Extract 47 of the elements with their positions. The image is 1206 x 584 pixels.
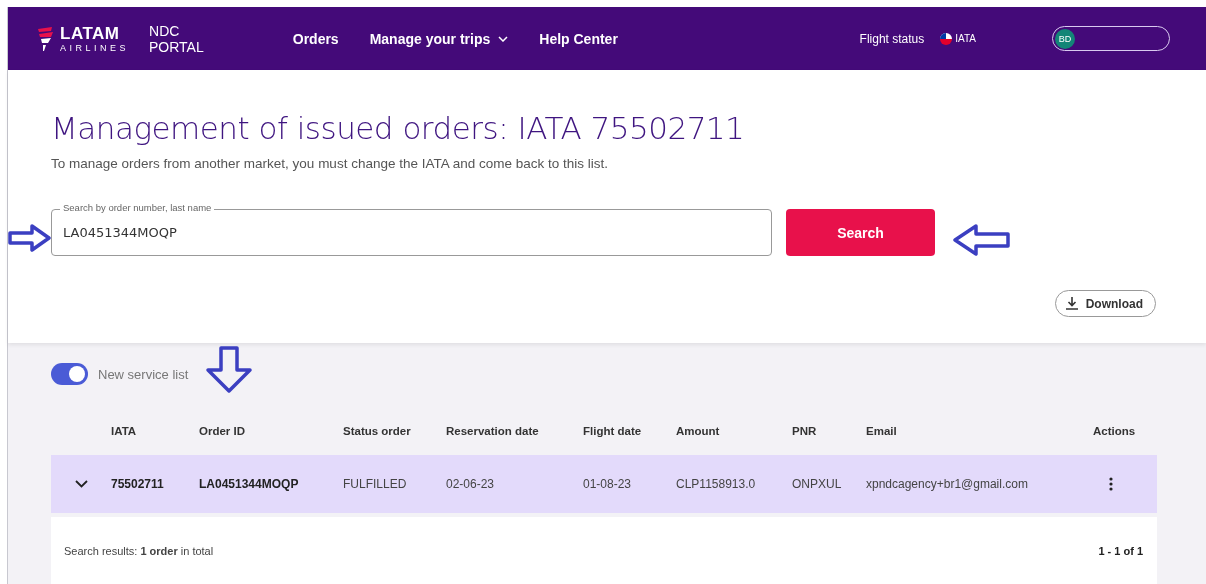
logo-icon bbox=[38, 25, 54, 52]
table-cell-text: xpndcagency+br1@gmail.com bbox=[866, 477, 1029, 491]
pagination-range: 1 - 1 of 1 bbox=[1098, 545, 1143, 557]
column-header: Status order bbox=[343, 425, 412, 437]
results-summary: Search results: 1 order in total bbox=[64, 545, 214, 557]
chevron-down-icon bbox=[74, 480, 88, 488]
column-header: IATA bbox=[111, 425, 138, 437]
column-header: Flight date bbox=[583, 425, 643, 437]
portal-label: PORTAL bbox=[149, 38, 204, 55]
nav-link[interactable]: Manage your trips bbox=[369, 30, 509, 47]
chevron-down-icon bbox=[498, 35, 509, 42]
down-arrow-icon bbox=[205, 346, 253, 394]
nav-link[interactable]: Help Center bbox=[539, 30, 618, 47]
nav-link[interactable]: Orders bbox=[292, 30, 339, 47]
right-arrow-icon bbox=[8, 224, 52, 252]
user-avatar: BD bbox=[1055, 28, 1075, 49]
column-header: PNR bbox=[792, 425, 818, 437]
left-arrow-icon bbox=[952, 224, 1010, 256]
kebab-menu-icon bbox=[1109, 477, 1113, 491]
column-header: Order ID bbox=[199, 425, 246, 437]
page-subtitle: To manage orders from another market, you must change the IATA and come back to this list. bbox=[51, 156, 610, 171]
table-cell-text: 01-08-23 bbox=[583, 477, 633, 491]
field-label: Search by order number, last name bbox=[60, 202, 215, 213]
table-cell-text: CLP1158913.0 bbox=[676, 477, 757, 491]
market-label[interactable]: IATA bbox=[955, 33, 976, 44]
column-header: Email bbox=[866, 425, 898, 437]
column-header: Actions bbox=[1093, 425, 1137, 437]
table-cell-text: 02-06-23 bbox=[446, 477, 496, 491]
download-icon bbox=[1065, 297, 1078, 310]
download-button[interactable]: Download bbox=[1054, 290, 1156, 317]
flag-icon bbox=[940, 32, 953, 45]
table-cell-text: FULFILLED bbox=[343, 477, 408, 491]
toggle-label: New service list bbox=[98, 366, 189, 382]
search-button[interactable]: Search bbox=[786, 209, 935, 256]
table-cell-text: LA0451344MOQP bbox=[199, 477, 300, 491]
toggle-switch[interactable] bbox=[51, 363, 88, 385]
logo-subtext: AIRLINES bbox=[60, 43, 129, 53]
table-cell-text: ONPXUL bbox=[792, 477, 843, 491]
table-cell-text: 75502711 bbox=[111, 477, 165, 491]
table-row[interactable]: 75502711 LA0451344MOQP FULFILLED 02-06-23 01-08-23 CLP1158913.0 ONPXUL xpndcagency+br1@gmail.com bbox=[51, 455, 1157, 513]
portal-label: NDC bbox=[149, 22, 181, 39]
column-header: Reservation date bbox=[446, 425, 540, 437]
logo-text: LATAM bbox=[60, 24, 121, 42]
column-header: Amount bbox=[676, 425, 721, 437]
page-title: Management of issued orders: IATA 75502711 bbox=[51, 110, 746, 146]
flight-status-link[interactable]: Flight status bbox=[859, 31, 925, 46]
expand-button[interactable] bbox=[74, 480, 88, 488]
